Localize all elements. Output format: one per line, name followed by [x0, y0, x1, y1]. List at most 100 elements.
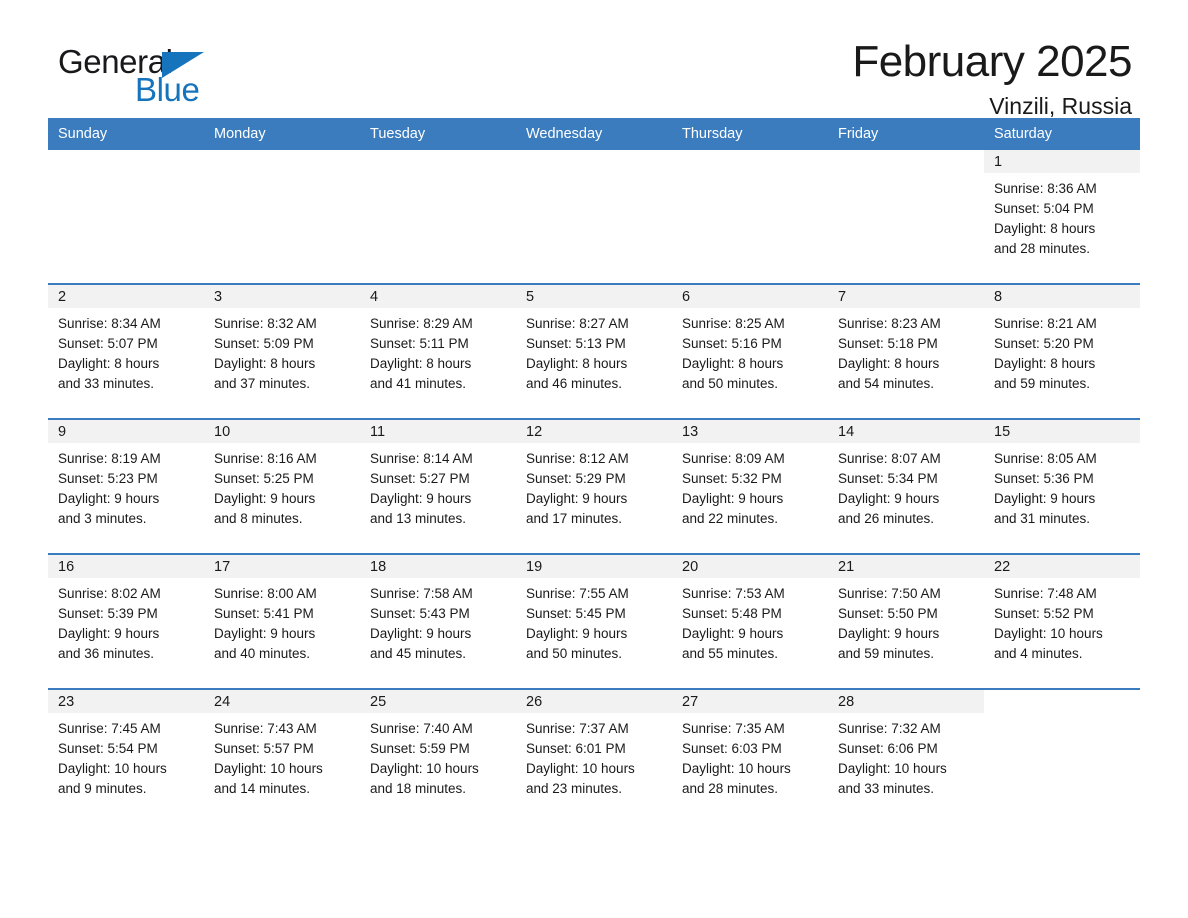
sunrise-text: Sunrise: 8:36 AM [994, 181, 1097, 196]
calendar-day-cell[interactable]: 2 Sunrise: 8:34 AM Sunset: 5:07 PM Daylight… [48, 283, 204, 419]
calendar-day-cell[interactable]: 19 Sunrise: 7:55 AM Sunset: 5:45 PM Dayligh… [516, 553, 672, 689]
daylight-text-line1: Daylight: 10 hours [682, 761, 791, 776]
day-details: Sunrise: 8:07 AM Sunset: 5:34 PM Daylight:… [828, 443, 984, 529]
calendar-day-cell-empty [984, 688, 1140, 823]
day-details: Sunrise: 7:45 AM Sunset: 5:54 PM Daylight:… [48, 713, 204, 799]
sunset-text: Sunset: 5:52 PM [994, 606, 1094, 621]
calendar-day-cell[interactable]: 22 Sunrise: 7:48 AM Sunset: 5:52 PM Dayligh… [984, 553, 1140, 689]
calendar-day-cell[interactable]: 11 Sunrise: 8:14 AM Sunset: 5:27 PM Dayligh… [360, 418, 516, 554]
day-number: 7 [828, 285, 984, 308]
day-number [204, 150, 360, 173]
daylight-text-line2: and 59 minutes. [994, 376, 1091, 391]
day-details: Sunrise: 7:50 AM Sunset: 5:50 PM Daylight:… [828, 578, 984, 664]
sunset-text: Sunset: 5:57 PM [214, 741, 314, 756]
sunset-text: Sunset: 5:07 PM [58, 336, 158, 351]
day-details: Sunrise: 8:25 AM Sunset: 5:16 PM Daylight:… [672, 308, 828, 394]
sunset-text: Sunset: 6:01 PM [526, 741, 626, 756]
weekday-header-thursday: Thursday [672, 118, 828, 150]
daylight-text-line2: and 55 minutes. [682, 646, 779, 661]
calendar-day-cell[interactable]: 6 Sunrise: 8:25 AM Sunset: 5:16 PM Daylight… [672, 283, 828, 419]
calendar-table: Sunday Monday Tuesday Wednesday Thursday… [48, 118, 1140, 823]
daylight-text-line1: Daylight: 8 hours [58, 356, 160, 371]
calendar-day-cell[interactable]: 15 Sunrise: 8:05 AM Sunset: 5:36 PM Dayligh… [984, 418, 1140, 554]
day-number: 25 [360, 690, 516, 713]
calendar-day-cell[interactable]: 18 Sunrise: 7:58 AM Sunset: 5:43 PM Dayligh… [360, 553, 516, 689]
calendar-day-cell-empty [828, 150, 984, 284]
daylight-text-line1: Daylight: 10 hours [58, 761, 167, 776]
daylight-text-line1: Daylight: 10 hours [214, 761, 323, 776]
calendar-day-cell[interactable]: 17 Sunrise: 8:00 AM Sunset: 5:41 PM Dayligh… [204, 553, 360, 689]
calendar-day-cell[interactable]: 5 Sunrise: 8:27 AM Sunset: 5:13 PM Daylight… [516, 283, 672, 419]
logo-text-blue: Blue [135, 71, 200, 108]
day-number: 4 [360, 285, 516, 308]
calendar-day-cell[interactable]: 10 Sunrise: 8:16 AM Sunset: 5:25 PM Dayligh… [204, 418, 360, 554]
daylight-text-line2: and 59 minutes. [838, 646, 935, 661]
day-number [672, 150, 828, 173]
daylight-text-line2: and 28 minutes. [682, 781, 779, 796]
day-details: Sunrise: 8:29 AM Sunset: 5:11 PM Daylight:… [360, 308, 516, 394]
calendar-day-cell[interactable]: 7 Sunrise: 8:23 AM Sunset: 5:18 PM Daylight… [828, 283, 984, 419]
calendar-day-cell[interactable]: 9 Sunrise: 8:19 AM Sunset: 5:23 PM Daylight… [48, 418, 204, 554]
sunrise-text: Sunrise: 7:32 AM [838, 721, 941, 736]
daylight-text-line2: and 46 minutes. [526, 376, 623, 391]
page-title: February 2025 [852, 37, 1132, 86]
daylight-text-line1: Daylight: 8 hours [994, 221, 1096, 236]
sunrise-text: Sunrise: 8:21 AM [994, 316, 1097, 331]
weekday-header-saturday: Saturday [984, 118, 1140, 150]
calendar-day-cell[interactable]: 26 Sunrise: 7:37 AM Sunset: 6:01 PM Dayligh… [516, 688, 672, 823]
calendar-day-cell[interactable]: 24 Sunrise: 7:43 AM Sunset: 5:57 PM Dayligh… [204, 688, 360, 823]
sunrise-text: Sunrise: 8:07 AM [838, 451, 941, 466]
sunset-text: Sunset: 5:09 PM [214, 336, 314, 351]
calendar-day-cell[interactable]: 28 Sunrise: 7:32 AM Sunset: 6:06 PM Dayligh… [828, 688, 984, 823]
daylight-text-line2: and 4 minutes. [994, 646, 1083, 661]
daylight-text-line2: and 33 minutes. [838, 781, 935, 796]
day-details: Sunrise: 8:05 AM Sunset: 5:36 PM Daylight:… [984, 443, 1140, 529]
day-number: 11 [360, 420, 516, 443]
calendar-day-cell[interactable]: 16 Sunrise: 8:02 AM Sunset: 5:39 PM Dayligh… [48, 553, 204, 689]
calendar-week-row: 23 Sunrise: 7:45 AM Sunset: 5:54 PM Dayligh… [48, 688, 1140, 823]
daylight-text-line1: Daylight: 10 hours [838, 761, 947, 776]
calendar-day-cell[interactable]: 4 Sunrise: 8:29 AM Sunset: 5:11 PM Daylight… [360, 283, 516, 419]
day-number: 13 [672, 420, 828, 443]
day-details: Sunrise: 8:36 AM Sunset: 5:04 PM Daylight:… [984, 173, 1140, 259]
day-details: Sunrise: 8:12 AM Sunset: 5:29 PM Daylight:… [516, 443, 672, 529]
calendar-day-cell[interactable]: 23 Sunrise: 7:45 AM Sunset: 5:54 PM Dayligh… [48, 688, 204, 823]
calendar-day-cell[interactable]: 3 Sunrise: 8:32 AM Sunset: 5:09 PM Daylight… [204, 283, 360, 419]
day-details: Sunrise: 8:02 AM Sunset: 5:39 PM Daylight:… [48, 578, 204, 664]
daylight-text-line1: Daylight: 9 hours [526, 491, 628, 506]
sunrise-text: Sunrise: 7:48 AM [994, 586, 1097, 601]
sunset-text: Sunset: 5:45 PM [526, 606, 626, 621]
calendar-day-cell[interactable]: 21 Sunrise: 7:50 AM Sunset: 5:50 PM Dayligh… [828, 553, 984, 689]
calendar-day-cell[interactable]: 1 Sunrise: 8:36 AM Sunset: 5:04 PM Daylight… [984, 150, 1140, 284]
daylight-text-line2: and 18 minutes. [370, 781, 467, 796]
day-number: 23 [48, 690, 204, 713]
daylight-text-line1: Daylight: 8 hours [370, 356, 472, 371]
day-number: 19 [516, 555, 672, 578]
general-blue-logo: General Blue [58, 44, 378, 114]
sunset-text: Sunset: 5:59 PM [370, 741, 470, 756]
sunrise-text: Sunrise: 8:05 AM [994, 451, 1097, 466]
day-number: 14 [828, 420, 984, 443]
daylight-text-line2: and 41 minutes. [370, 376, 467, 391]
calendar-day-cell[interactable]: 13 Sunrise: 8:09 AM Sunset: 5:32 PM Dayligh… [672, 418, 828, 554]
calendar-day-cell[interactable]: 8 Sunrise: 8:21 AM Sunset: 5:20 PM Daylight… [984, 283, 1140, 419]
daylight-text-line1: Daylight: 9 hours [682, 491, 784, 506]
sunset-text: Sunset: 5:29 PM [526, 471, 626, 486]
daylight-text-line1: Daylight: 10 hours [994, 626, 1103, 641]
calendar-day-cell[interactable]: 27 Sunrise: 7:35 AM Sunset: 6:03 PM Dayligh… [672, 688, 828, 823]
sunset-text: Sunset: 5:41 PM [214, 606, 314, 621]
calendar-day-cell[interactable]: 12 Sunrise: 8:12 AM Sunset: 5:29 PM Dayligh… [516, 418, 672, 554]
day-number [360, 150, 516, 173]
daylight-text-line1: Daylight: 9 hours [526, 626, 628, 641]
sunset-text: Sunset: 5:23 PM [58, 471, 158, 486]
sunset-text: Sunset: 5:43 PM [370, 606, 470, 621]
daylight-text-line2: and 33 minutes. [58, 376, 155, 391]
sunrise-text: Sunrise: 7:40 AM [370, 721, 473, 736]
daylight-text-line2: and 31 minutes. [994, 511, 1091, 526]
calendar-day-cell[interactable]: 25 Sunrise: 7:40 AM Sunset: 5:59 PM Dayligh… [360, 688, 516, 823]
calendar-day-cell[interactable]: 14 Sunrise: 8:07 AM Sunset: 5:34 PM Dayligh… [828, 418, 984, 554]
day-details: Sunrise: 8:00 AM Sunset: 5:41 PM Daylight:… [204, 578, 360, 664]
day-details: Sunrise: 8:27 AM Sunset: 5:13 PM Daylight:… [516, 308, 672, 394]
calendar-day-cell[interactable]: 20 Sunrise: 7:53 AM Sunset: 5:48 PM Dayligh… [672, 553, 828, 689]
sunrise-text: Sunrise: 8:12 AM [526, 451, 629, 466]
